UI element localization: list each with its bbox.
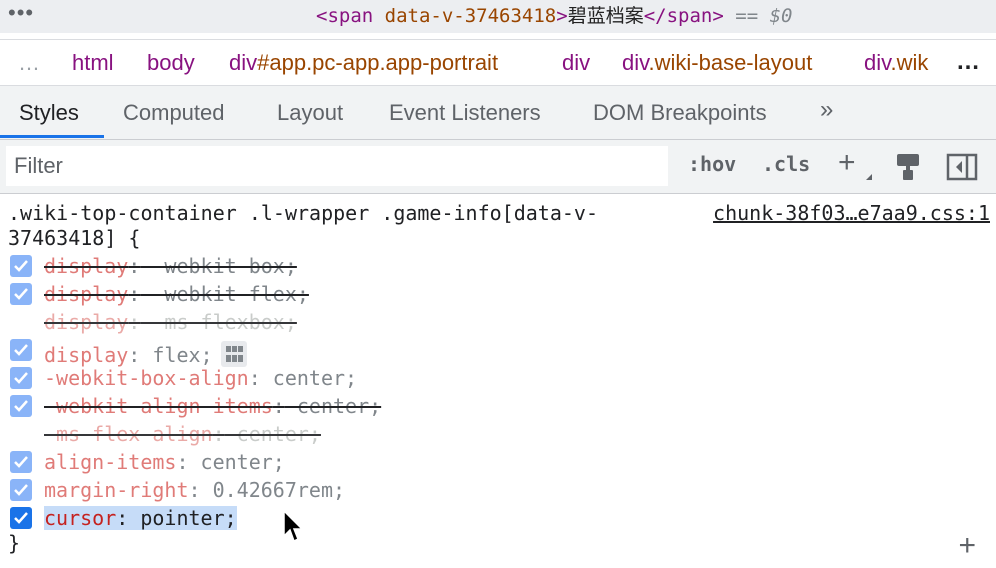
property-name[interactable]: -ms-flex-align	[44, 422, 213, 446]
add-declaration-button[interactable]: +	[958, 531, 976, 561]
property-value[interactable]: center;	[261, 366, 357, 390]
declaration-checkbox[interactable]	[10, 367, 32, 389]
rule-source-link[interactable]: chunk-38f03…e7aa9.css:1	[713, 201, 990, 225]
tab-layout[interactable]: Layout	[277, 100, 343, 126]
declaration-row-selected[interactable]: cursor: pointer;	[0, 504, 996, 532]
more-dots-icon[interactable]: •••	[8, 2, 34, 24]
breadcrumb-more-icon[interactable]: …	[956, 48, 980, 76]
declaration-checkbox[interactable]	[10, 507, 32, 529]
tab-styles[interactable]: Styles	[19, 100, 79, 126]
declaration-checkbox[interactable]	[10, 395, 32, 417]
mouse-cursor-icon	[282, 509, 304, 549]
property-value[interactable]: center;	[285, 394, 381, 418]
breadcrumb-item-app[interactable]: div#app.pc-app.app-portrait	[229, 50, 498, 76]
declaration-row[interactable]: display: -webkit-box;	[0, 252, 996, 280]
property-value[interactable]: -ms-flexbox;	[140, 310, 297, 334]
property-value[interactable]: 0.42667rem;	[201, 478, 345, 502]
declaration-row[interactable]: -webkit-align-items: center;	[0, 392, 996, 420]
element-text: 碧蓝档案	[567, 5, 644, 27]
declaration-checkbox[interactable]	[10, 283, 32, 305]
rule-closing-brace: }	[8, 531, 21, 555]
property-name[interactable]: display	[44, 254, 128, 278]
property-name[interactable]: -webkit-align-items	[44, 394, 273, 418]
declaration-row[interactable]: -webkit-box-align: center;	[0, 364, 996, 392]
toggle-sidebar-icon[interactable]	[946, 152, 978, 187]
breadcrumb: … html body div#app.pc-app.app-portrait …	[0, 39, 996, 86]
property-name[interactable]: display	[44, 310, 128, 334]
declaration-checkbox[interactable]	[10, 339, 32, 361]
property-value[interactable]: -webkit-flex;	[140, 282, 309, 306]
declaration-row[interactable]: margin-right: 0.42667rem;	[0, 476, 996, 504]
declaration-row[interactable]: -ms-flex-align: center;	[0, 420, 996, 448]
tab-computed[interactable]: Computed	[123, 100, 225, 126]
element-attribute: data-v-37463418	[384, 5, 557, 27]
element-ref: $0	[769, 5, 793, 27]
property-name[interactable]: cursor	[44, 506, 117, 530]
tab-event-listeners[interactable]: Event Listeners	[389, 100, 541, 126]
new-rule-menu-icon[interactable]	[866, 174, 872, 180]
style-rule: .wiki-top-container .l-wrapper .game-inf…	[0, 195, 996, 568]
property-name[interactable]: align-items	[44, 450, 176, 474]
tab-dom-breakpoints[interactable]: DOM Breakpoints	[593, 100, 767, 126]
declaration-checkbox[interactable]	[10, 255, 32, 277]
declaration-checkbox[interactable]	[10, 451, 32, 473]
property-value[interactable]: center;	[225, 422, 321, 446]
breadcrumb-scroll-left-icon[interactable]: …	[18, 50, 40, 76]
selected-element-row[interactable]: ••• <span data-v-37463418>碧蓝档案</span> ==…	[0, 0, 996, 33]
active-tab-indicator	[0, 135, 104, 138]
new-style-rule-button[interactable]: +	[838, 146, 856, 180]
paint-roller-icon[interactable]	[895, 152, 921, 187]
element-open-tag: <span	[316, 5, 374, 27]
declaration-row[interactable]: align-items: center;	[0, 448, 996, 476]
hover-state-button[interactable]: :hov	[688, 152, 736, 176]
breadcrumb-item-div[interactable]: div	[562, 50, 590, 76]
property-value[interactable]: pointer;	[128, 506, 237, 530]
declaration-row[interactable]: display: -ms-flexbox;	[0, 308, 996, 336]
rule-selector[interactable]: .wiki-top-container .l-wrapper .game-inf…	[8, 201, 668, 251]
property-name[interactable]: -webkit-box-align	[44, 366, 249, 390]
filter-input[interactable]	[6, 146, 668, 186]
styles-toolbar: :hov .cls +	[0, 140, 996, 194]
sidebar-tabs: Styles Computed Layout Event Listeners D…	[0, 86, 996, 140]
tabs-overflow-icon[interactable]: »	[820, 96, 833, 124]
property-name[interactable]: margin-right	[44, 478, 189, 502]
declaration-row[interactable]: display: -webkit-flex;	[0, 280, 996, 308]
declaration-checkbox[interactable]	[10, 479, 32, 501]
property-value[interactable]: -webkit-box;	[140, 254, 297, 278]
breadcrumb-item-html[interactable]: html	[72, 50, 114, 76]
element-close-tag: </span>	[643, 5, 724, 27]
breadcrumb-item-wiki-base-layout[interactable]: div.wiki-base-layout	[622, 50, 812, 76]
breadcrumb-item-body[interactable]: body	[147, 50, 195, 76]
element-equals: ==	[735, 5, 759, 27]
property-value[interactable]: center;	[189, 450, 285, 474]
breadcrumb-item-wik[interactable]: div.wik	[864, 50, 928, 76]
selected-element-code[interactable]: <span data-v-37463418>碧蓝档案</span> == $0	[316, 4, 792, 28]
declaration-row[interactable]: display: flex;	[0, 336, 996, 367]
class-toggle-button[interactable]: .cls	[762, 152, 810, 176]
property-name[interactable]: display	[44, 282, 128, 306]
